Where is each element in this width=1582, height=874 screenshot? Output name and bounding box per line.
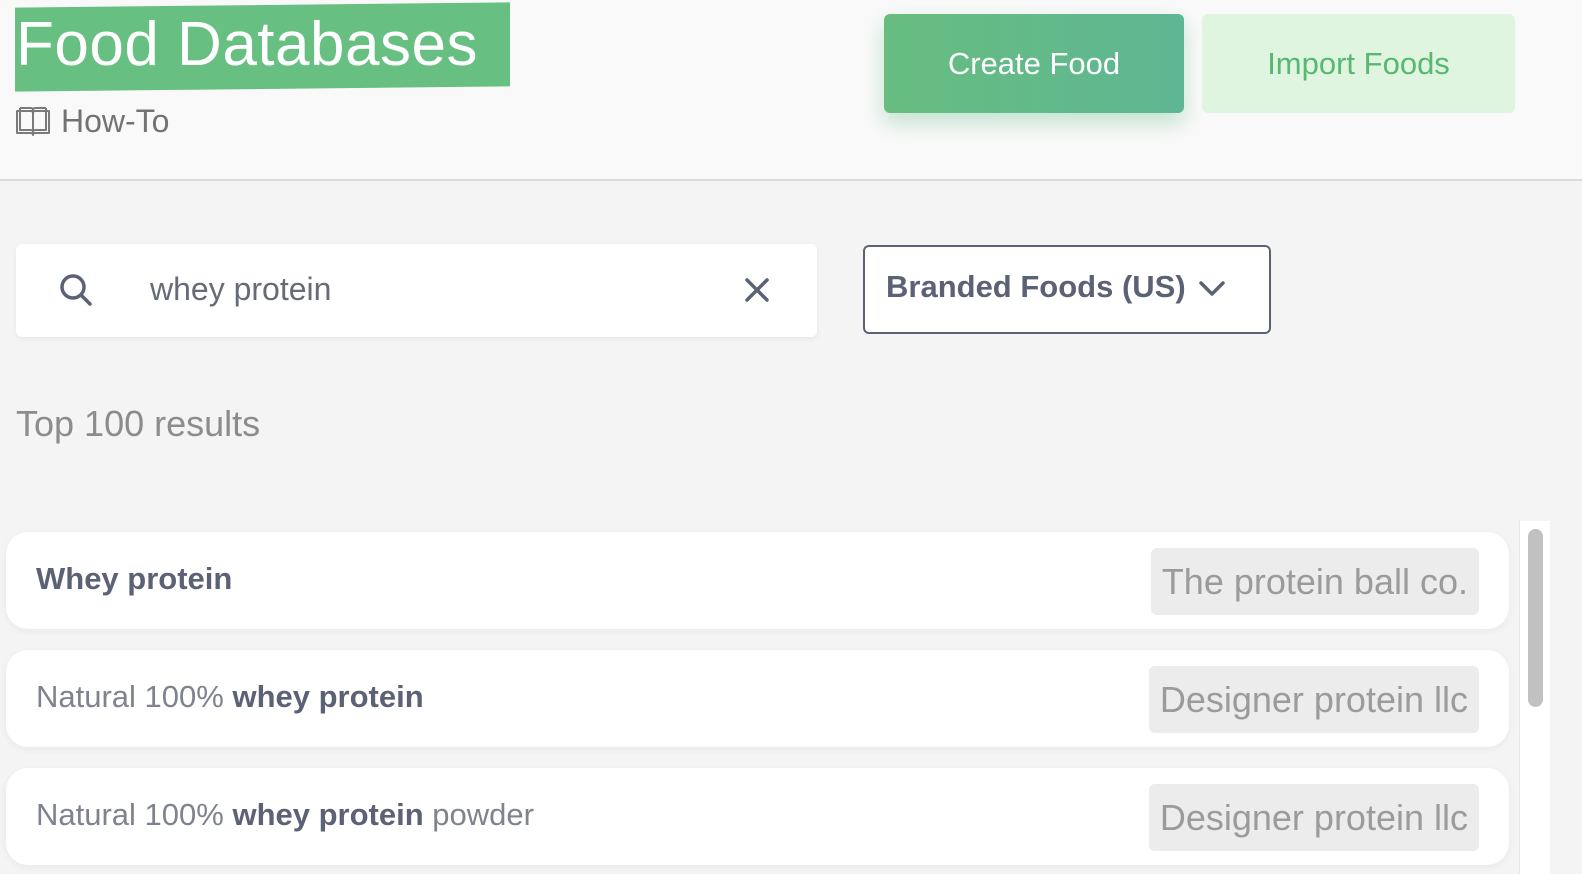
page-title: Food Databases <box>16 10 478 79</box>
list-item[interactable]: Natural 100% whey protein powder Designe… <box>6 768 1509 865</box>
brand-tag: The protein ball co. <box>1150 548 1479 615</box>
create-food-button[interactable]: Create Food <box>884 14 1184 113</box>
food-name-suffix: powder <box>423 797 534 832</box>
food-name-prefix: Natural 100% <box>36 797 233 832</box>
book-icon <box>15 106 51 136</box>
food-name-match: whey protein <box>232 797 424 832</box>
food-databases-page: Food Databases How-To Create Food Import… <box>0 0 1582 874</box>
howto-link[interactable]: How-To <box>15 100 169 142</box>
search-box[interactable] <box>16 244 817 337</box>
search-input[interactable] <box>150 262 710 316</box>
list-item[interactable]: Whey protein The protein ball co. <box>6 532 1509 629</box>
food-name: Whey protein <box>36 561 232 597</box>
page-header: Food Databases How-To Create Food Import… <box>0 0 1582 181</box>
database-select[interactable]: Branded Foods (US) <box>863 245 1271 334</box>
food-name: Natural 100% whey protein powder <box>36 797 534 833</box>
food-name-match: whey protein <box>232 679 424 714</box>
search-icon <box>58 272 94 313</box>
scrollbar-thumb[interactable] <box>1528 529 1543 707</box>
howto-label: How-To <box>61 102 170 139</box>
close-icon[interactable] <box>741 274 773 311</box>
food-name-match: Whey protein <box>36 561 233 596</box>
food-name: Natural 100% whey protein <box>36 679 424 715</box>
brand-tag: Designer protein llc <box>1148 666 1479 733</box>
food-name-prefix: Natural 100% <box>36 679 233 714</box>
import-foods-button[interactable]: Import Foods <box>1202 14 1515 113</box>
brand-tag: Designer protein llc <box>1148 784 1479 851</box>
database-select-value: Branded Foods (US) <box>886 269 1186 304</box>
results-count: Top 100 results <box>16 403 261 444</box>
chevron-down-icon <box>1198 279 1226 304</box>
list-item[interactable]: Natural 100% whey protein Designer prote… <box>6 650 1509 747</box>
results-scrollbar[interactable] <box>1519 521 1550 874</box>
